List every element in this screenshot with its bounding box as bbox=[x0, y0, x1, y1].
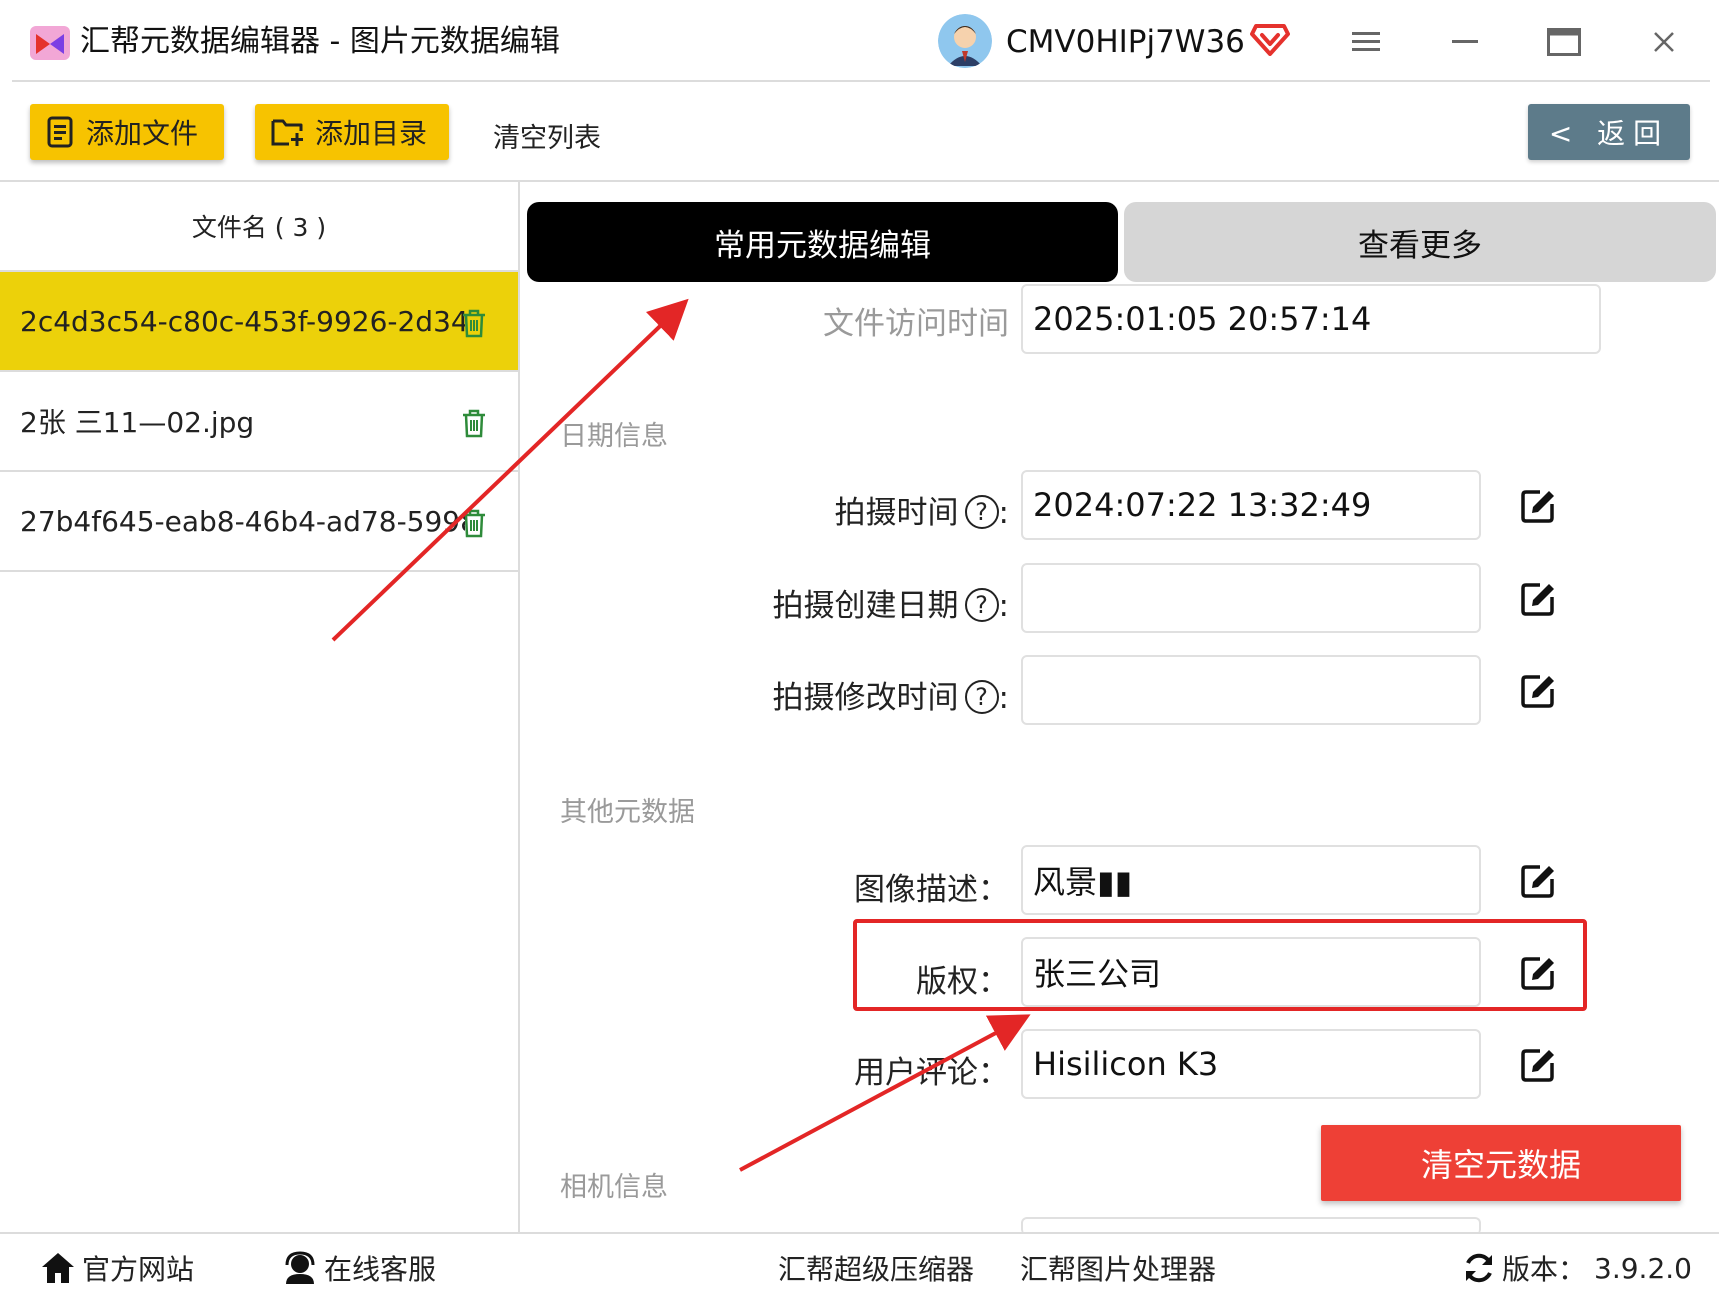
title-bar: 汇帮元数据编辑器 - 图片元数据编辑 CMV0HIPj7W36 bbox=[0, 0, 1719, 82]
app-logo-icon bbox=[30, 26, 70, 60]
access-time-label: 文件访问时间 bbox=[823, 306, 1009, 342]
image-desc-label: 图像描述： bbox=[854, 872, 1009, 908]
file-row-1[interactable]: 2c4d3c54-c80c-453f-9926-2d34... bbox=[0, 272, 518, 372]
home-icon bbox=[42, 1253, 74, 1283]
date-section-title: 日期信息 bbox=[560, 421, 668, 452]
copyright-highlight-box bbox=[853, 919, 1587, 1011]
tab-common-metadata[interactable]: 常用元数据编辑 bbox=[527, 202, 1118, 282]
user-comment-field[interactable]: Hisilicon K3 bbox=[1021, 1029, 1481, 1099]
version-info[interactable]: 版本： 3.9.2.0 bbox=[1462, 1248, 1692, 1288]
username: CMV0HIPj7W36 bbox=[1006, 24, 1245, 60]
file-list-panel: 文件名 ( 3 ) 2c4d3c54-c80c-453f-9926-2d34..… bbox=[0, 182, 520, 1232]
edit-icon[interactable] bbox=[1520, 673, 1556, 709]
shoot-time-field[interactable]: 2024:07:22 13:32:49 bbox=[1021, 470, 1481, 540]
version-number: 3.9.2.0 bbox=[1594, 1251, 1692, 1285]
toolbar: 添加文件 添加目录 清空列表 < 返回 bbox=[0, 82, 1719, 182]
file-list-header: 文件名 ( 3 ) bbox=[0, 182, 518, 272]
maximize-icon[interactable] bbox=[1539, 20, 1589, 64]
minimize-icon[interactable] bbox=[1440, 20, 1490, 64]
shoot-modify-time-field[interactable] bbox=[1021, 655, 1481, 725]
help-icon[interactable]: ? bbox=[964, 588, 999, 622]
file-name: 2张 三11—02.jpg bbox=[20, 406, 255, 439]
edit-icon[interactable] bbox=[1520, 488, 1556, 524]
folder-add-icon bbox=[271, 119, 303, 146]
help-icon[interactable]: ? bbox=[964, 495, 999, 529]
file-row-3[interactable]: 27b4f645-eab8-46b4-ad78-5998... bbox=[0, 472, 518, 572]
image-processor-link[interactable]: 汇帮图片处理器 bbox=[1020, 1248, 1216, 1288]
back-button[interactable]: < 返回 bbox=[1528, 104, 1690, 160]
support-label: 在线客服 bbox=[324, 1253, 437, 1286]
arrow-to-copyright bbox=[739, 1014, 1031, 1172]
close-icon[interactable] bbox=[1639, 20, 1689, 64]
compressor-link[interactable]: 汇帮超级压缩器 bbox=[778, 1248, 974, 1288]
file-name: 27b4f645-eab8-46b4-ad78-5998... bbox=[20, 504, 465, 538]
edit-icon[interactable] bbox=[1520, 581, 1556, 617]
avatar[interactable] bbox=[938, 14, 992, 68]
refresh-icon bbox=[1466, 1253, 1492, 1283]
online-support-link[interactable]: 在线客服 bbox=[282, 1248, 436, 1288]
file-name: 2c4d3c54-c80c-453f-9926-2d34... bbox=[20, 304, 465, 338]
website-label: 官方网站 bbox=[82, 1253, 195, 1286]
shoot-create-date-field[interactable] bbox=[1021, 563, 1481, 633]
add-file-button[interactable]: 添加文件 bbox=[30, 104, 224, 160]
trash-icon[interactable] bbox=[460, 308, 488, 338]
access-time-field[interactable]: 2025:01:05 20:57:14 bbox=[1021, 284, 1601, 354]
trash-icon[interactable] bbox=[460, 508, 488, 538]
edit-icon[interactable] bbox=[1520, 863, 1556, 899]
camera-section-title: 相机信息 bbox=[560, 1172, 668, 1203]
tab-view-more[interactable]: 查看更多 bbox=[1124, 202, 1716, 282]
clear-list-button[interactable]: 清空列表 bbox=[493, 116, 601, 155]
trash-icon[interactable] bbox=[460, 408, 488, 438]
clear-metadata-button[interactable]: 清空元数据 bbox=[1321, 1125, 1681, 1201]
shoot-modify-time-label: 拍摄修改时间?: bbox=[772, 680, 1009, 716]
help-icon[interactable]: ? bbox=[964, 680, 999, 714]
edit-icon[interactable] bbox=[1520, 1047, 1556, 1083]
user-comment-label: 用户评论： bbox=[854, 1055, 1009, 1091]
support-icon bbox=[285, 1251, 315, 1284]
file-list-icon bbox=[47, 116, 73, 148]
file-row-2[interactable]: 2张 三11—02.jpg bbox=[0, 372, 518, 472]
other-section-title: 其他元数据 bbox=[560, 797, 695, 828]
shoot-create-date-label: 拍摄创建日期?: bbox=[772, 588, 1009, 624]
window-title: 汇帮元数据编辑器 - 图片元数据编辑 bbox=[80, 24, 560, 59]
official-website-link[interactable]: 官方网站 bbox=[40, 1248, 194, 1288]
footer: 官方网站 在线客服 汇帮超级压缩器 汇帮图片处理器 版本： 3.9.2.0 bbox=[0, 1232, 1719, 1299]
image-desc-field[interactable]: 风景▮▮ bbox=[1021, 845, 1481, 915]
add-directory-label: 添加目录 bbox=[315, 117, 428, 150]
add-file-label: 添加文件 bbox=[86, 117, 199, 150]
menu-icon[interactable] bbox=[1341, 20, 1391, 64]
add-directory-button[interactable]: 添加目录 bbox=[255, 104, 449, 160]
shoot-time-label: 拍摄时间?: bbox=[834, 495, 1009, 531]
vip-diamond-icon[interactable] bbox=[1250, 20, 1290, 56]
version-label: 版本： bbox=[1502, 1253, 1587, 1286]
